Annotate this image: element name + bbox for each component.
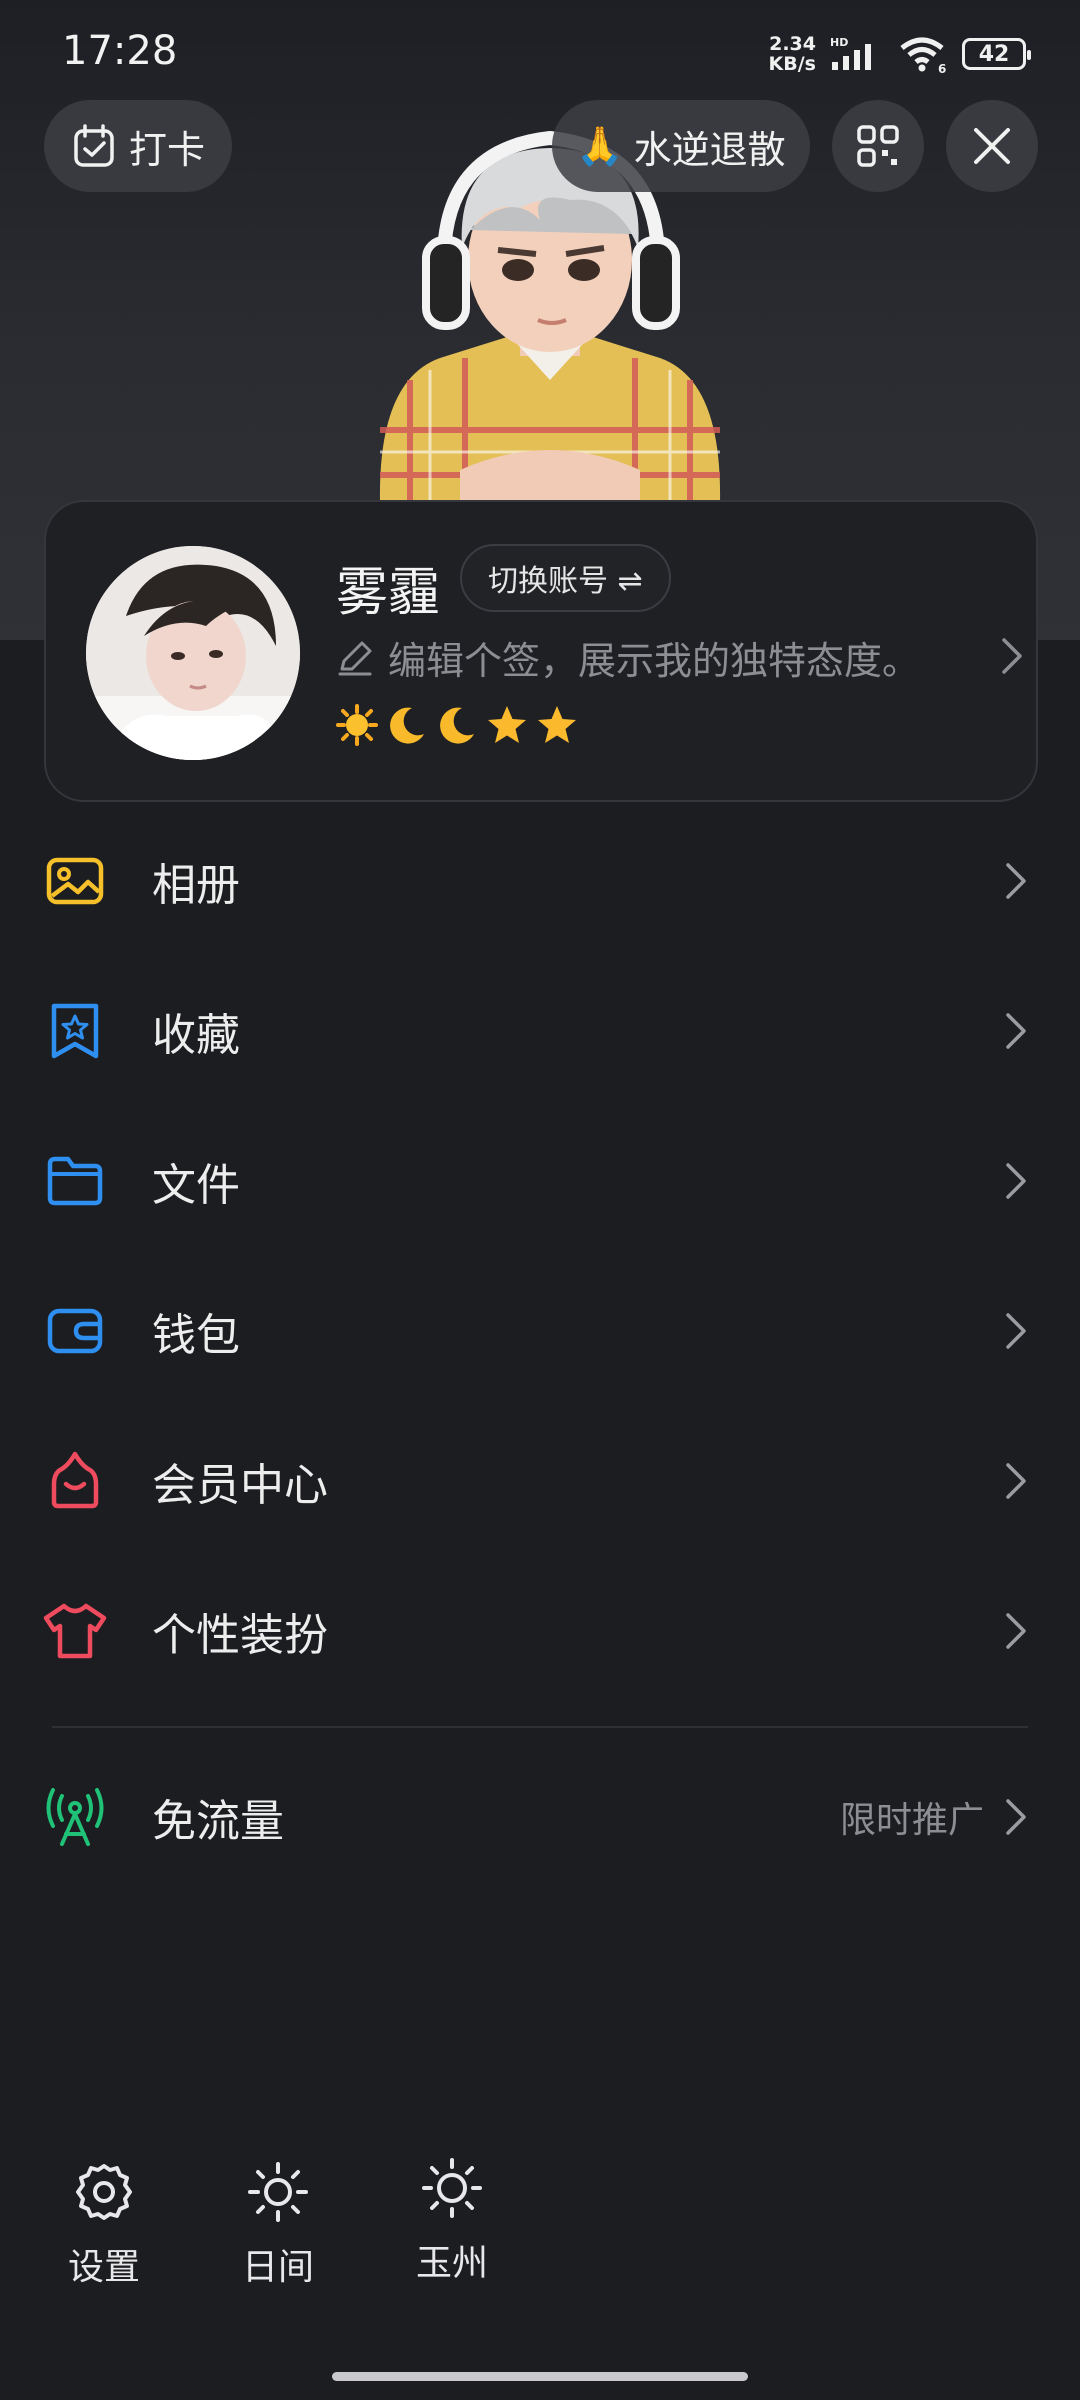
moon-badge-icon xyxy=(440,707,474,744)
cellular-signal-icon: HD xyxy=(830,36,871,70)
menu-item-personalization[interactable]: 个性装扮 xyxy=(0,1556,1080,1706)
menu-item-album[interactable]: 相册 xyxy=(0,806,1080,956)
level-badges[interactable] xyxy=(336,704,578,746)
menu-label-free-traffic: 免流量 xyxy=(152,1796,284,1847)
chevron-right-icon xyxy=(1006,1463,1026,1499)
menu-item-wallet[interactable]: 钱包 xyxy=(0,1256,1080,1406)
calendar-check-icon xyxy=(74,124,114,167)
close-button[interactable] xyxy=(946,100,1038,192)
favorites-icon xyxy=(51,1003,99,1059)
mood-status-button[interactable]: 🙏 水逆退散 xyxy=(552,100,810,192)
close-icon xyxy=(974,128,1010,164)
sun-badge-icon xyxy=(336,704,378,746)
moon-badge-icon xyxy=(390,707,424,744)
folder-icon xyxy=(47,1156,103,1206)
pray-emoji-icon: 🙏 xyxy=(576,123,624,168)
mood-status-label: 水逆退散 xyxy=(633,127,786,172)
menu-label-wallet: 钱包 xyxy=(152,1310,240,1361)
qr-code-icon xyxy=(857,125,899,167)
network-speed: 2.34 KB/s xyxy=(768,33,816,75)
weather-sun-icon xyxy=(422,2158,482,2218)
antenna-icon xyxy=(46,1788,104,1846)
home-indicator[interactable] xyxy=(332,2372,748,2381)
signature-row[interactable]: 编辑个签，展示我的独特态度。 xyxy=(336,630,920,685)
pencil-icon xyxy=(338,641,372,675)
chevron-right-icon xyxy=(1006,1013,1026,1049)
battery-indicator: 42 xyxy=(962,38,1031,70)
checkin-label: 打卡 xyxy=(128,127,205,172)
chevron-right-icon xyxy=(1006,1613,1026,1649)
svg-text:6: 6 xyxy=(938,62,946,74)
vip-icon xyxy=(51,1451,99,1509)
day-mode-label: 日间 xyxy=(241,2247,314,2288)
chevron-right-icon xyxy=(1006,1799,1026,1835)
promo-tag: 限时推广 xyxy=(839,1800,984,1841)
weather-button[interactable]: 玉州 xyxy=(382,2156,522,2296)
menu-label-vip-center: 会员中心 xyxy=(152,1460,328,1511)
wallet-icon xyxy=(47,1308,103,1354)
status-bar: 17:28 2.34 KB/s HD 6 42 xyxy=(0,0,1080,100)
menu-item-free-traffic[interactable]: 免流量 限时推广 xyxy=(0,1742,1080,1892)
profile-photo xyxy=(86,546,300,760)
settings-label: 设置 xyxy=(67,2247,140,2288)
gear-icon xyxy=(76,2164,132,2220)
avatar[interactable] xyxy=(86,546,300,760)
menu-divider xyxy=(52,1726,1028,1728)
album-icon xyxy=(46,857,104,905)
signature-placeholder: 编辑个签，展示我的独特态度。 xyxy=(388,639,921,683)
menu-label-personalization: 个性装扮 xyxy=(152,1610,328,1661)
chevron-right-icon xyxy=(1006,1313,1026,1349)
menu-item-vip-center[interactable]: 会员中心 xyxy=(0,1406,1080,1556)
profile-card[interactable]: 雾霾 切换账号 ⇌ 编辑个签，展示我的独特态度。 xyxy=(44,500,1038,802)
star-badge-icon xyxy=(538,706,576,743)
settings-button[interactable]: 设置 xyxy=(34,2160,174,2300)
chevron-right-icon xyxy=(1002,638,1022,674)
status-indicators: 2.34 KB/s HD 6 42 xyxy=(768,32,1031,76)
tshirt-icon xyxy=(43,1603,107,1659)
weather-location-label: 玉州 xyxy=(415,2243,488,2284)
svg-text:HD: HD xyxy=(830,36,848,49)
status-time: 17:28 xyxy=(62,28,178,74)
menu-label-favorites: 收藏 xyxy=(152,1010,240,1061)
checkin-button[interactable]: 打卡 xyxy=(44,100,232,192)
qr-code-button[interactable] xyxy=(832,100,924,192)
sun-icon xyxy=(248,2162,308,2222)
star-badge-icon xyxy=(488,706,526,743)
menu-item-files[interactable]: 文件 xyxy=(0,1106,1080,1256)
day-mode-button[interactable]: 日间 xyxy=(208,2160,348,2300)
wifi-icon: 6 xyxy=(900,37,946,74)
menu-item-favorites[interactable]: 收藏 xyxy=(0,956,1080,1106)
chevron-right-icon xyxy=(1006,863,1026,899)
switch-account-button[interactable]: 切换账号 ⇌ xyxy=(460,544,671,612)
menu-label-album: 相册 xyxy=(152,860,240,911)
nickname: 雾霾 xyxy=(336,563,441,623)
menu-label-files: 文件 xyxy=(152,1160,240,1211)
chevron-right-icon xyxy=(1006,1163,1026,1199)
